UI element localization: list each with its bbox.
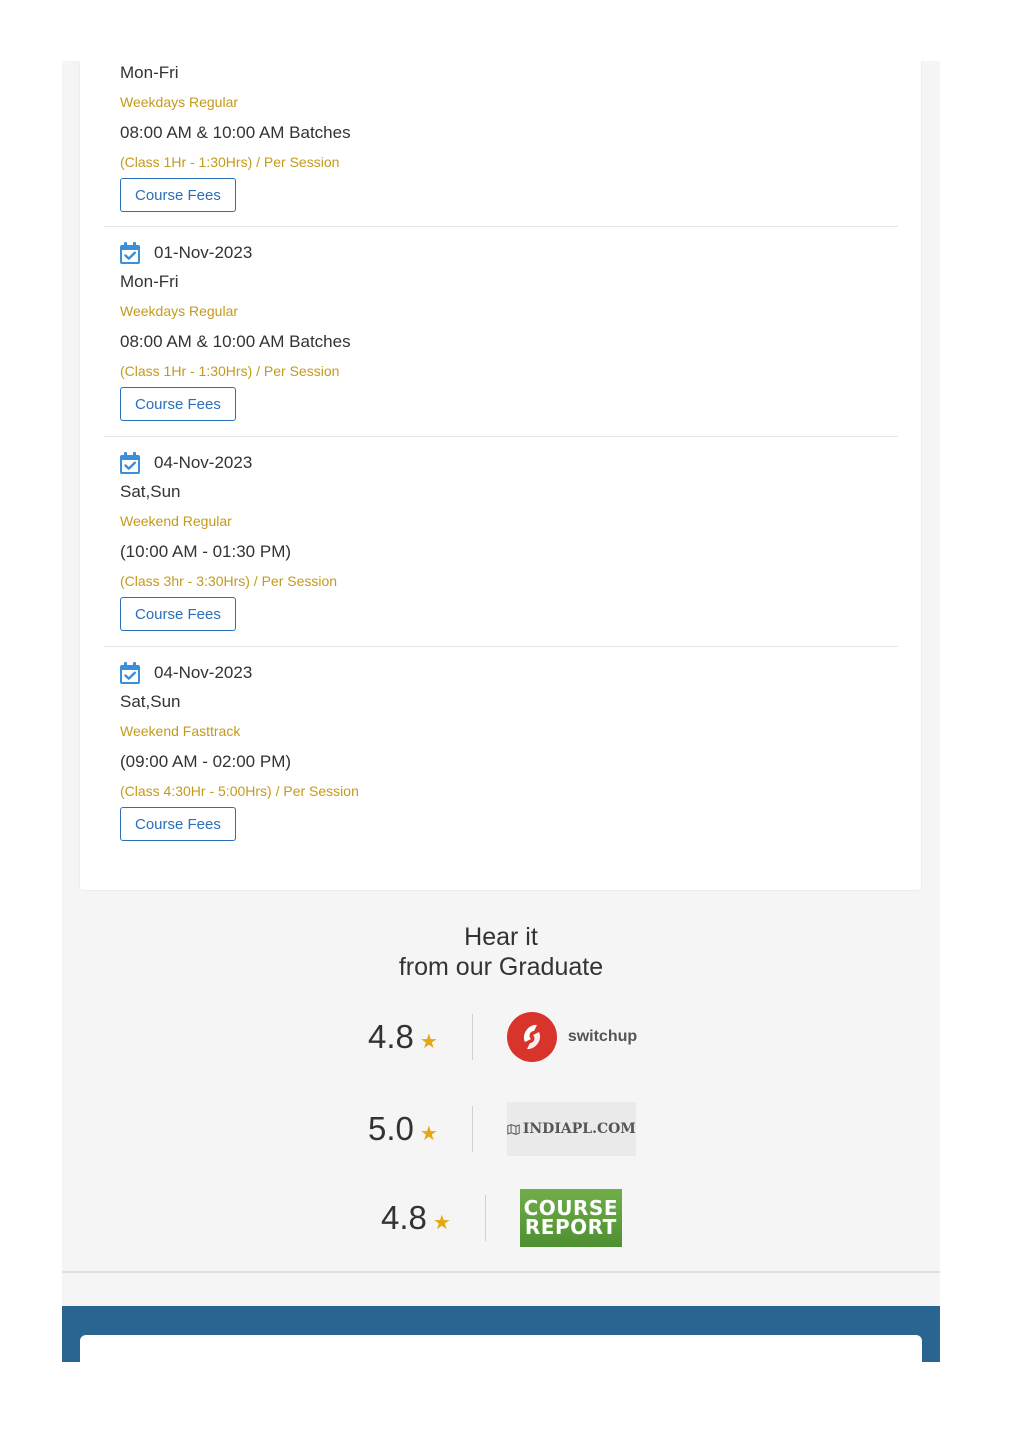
batch-duration: (Class 1Hr - 1:30Hrs) / Per Session [120,363,340,379]
rating-score: 4.8 [368,1018,414,1055]
section-divider [62,1271,940,1273]
rating-row-course-report: 4.8 ★ COURSE REPORT [381,1189,622,1247]
batch-duration: (Class 4:30Hr - 5:00Hrs) / Per Session [120,783,359,799]
map-icon [507,1123,520,1135]
star-icon: ★ [432,1211,451,1234]
batch-days: Sat,Sun [120,482,181,501]
course-fees-button[interactable]: Course Fees [120,807,236,841]
calendar-check-icon [120,662,140,684]
star-icon: ★ [419,1030,438,1053]
batch-type: Weekend Regular [120,513,232,529]
indiapl-logo-text: INDIAPL.COM [522,1121,636,1137]
batch-days: Sat,Sun [120,692,181,711]
batch-date-row: 01-Nov-2023 [120,240,252,266]
divider [471,1106,473,1152]
batch-days: Mon-Fri [120,272,179,291]
reviews-heading-line1: Hear it [464,923,538,951]
footer-banner [62,1306,940,1362]
course-report-logo[interactable]: COURSE REPORT [519,1189,622,1247]
batch-duration: (Class 1Hr - 1:30Hrs) / Per Session [120,154,340,170]
batch-duration: (Class 3hr - 3:30Hrs) / Per Session [120,573,338,589]
switchup-logo-icon [506,1012,557,1062]
batch-date: 01-Nov-2023 [154,243,253,262]
batch-time: (10:00 AM - 01:30 PM) [120,542,292,561]
calendar-check-icon [120,242,140,264]
divider [471,1014,473,1060]
batch-days: Mon-Fri [120,63,179,82]
batch-type: Weekdays Regular [120,94,239,110]
batch-date: 04-Nov-2023 [154,663,253,682]
batch-item: 04-Nov-2023 Sat,Sun Weekend Regular (10:… [104,450,898,646]
rating-score: 4.8 [381,1199,427,1236]
switchup-logo-text: switchup [567,1028,638,1045]
batch-date-row: 04-Nov-2023 [120,450,252,476]
course-fees-button[interactable]: Course Fees [120,178,236,212]
star-icon: ★ [419,1122,438,1145]
batch-item: Mon-Fri Weekdays Regular 08:00 AM & 10:0… [104,61,898,227]
divider [104,646,898,647]
batch-time: (09:00 AM - 02:00 PM) [120,752,292,771]
course-fees-button[interactable]: Course Fees [120,387,236,421]
footer-panel [80,1335,922,1362]
rating-row-indiapl: 5.0 ★ INDIAPL.COM [368,1101,636,1157]
batch-date-row: 04-Nov-2023 [120,660,252,686]
indiapl-logo[interactable]: INDIAPL.COM [506,1102,636,1156]
batch-date: 04-Nov-2023 [154,453,253,472]
rating-row-switchup: 4.8 ★ switchup [368,1012,637,1062]
batch-time: 08:00 AM & 10:00 AM Batches [120,123,351,142]
batch-item: 04-Nov-2023 Sat,Sun Weekend Fasttrack (0… [104,660,898,856]
divider [484,1195,486,1241]
batch-type: Weekdays Regular [120,303,239,319]
page: Mon-Fri Weekdays Regular 08:00 AM & 10:0… [62,61,940,1362]
divider [104,436,898,437]
divider [104,226,898,227]
reviews-heading: Hear it from our Graduate [62,922,940,982]
reviews-heading-line2: from our Graduate [398,953,604,981]
course-fees-button[interactable]: Course Fees [120,597,236,631]
batch-schedule-card: Mon-Fri Weekdays Regular 08:00 AM & 10:0… [80,61,921,890]
batch-time: 08:00 AM & 10:00 AM Batches [120,332,351,351]
rating-score: 5.0 [368,1110,414,1147]
batch-item: 01-Nov-2023 Mon-Fri Weekdays Regular 08:… [104,240,898,436]
course-report-logo-line2: REPORT [524,1215,617,1239]
calendar-check-icon [120,452,140,474]
switchup-logo[interactable]: switchup [506,1012,638,1062]
batch-type: Weekend Fasttrack [120,723,241,739]
